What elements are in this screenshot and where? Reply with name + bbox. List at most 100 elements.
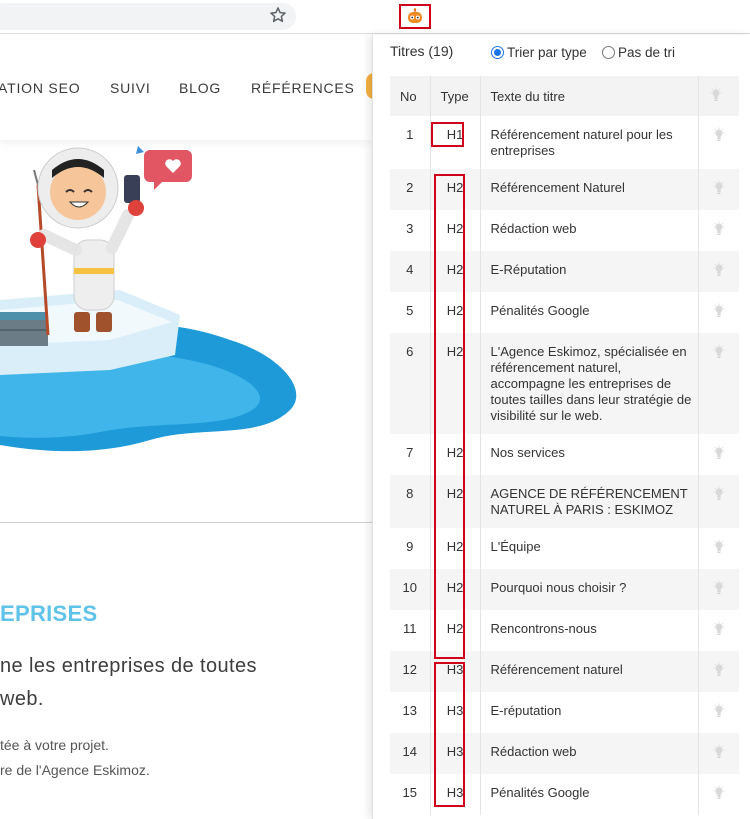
panel-title: Titres (19) xyxy=(390,43,454,59)
highlight-toggle[interactable] xyxy=(698,434,739,475)
lightbulb-icon[interactable] xyxy=(712,262,726,278)
row-number: 4 xyxy=(390,251,431,292)
eskimo-illustration xyxy=(0,146,297,452)
column-header-highlight xyxy=(698,76,739,116)
table-row[interactable]: 15 H3 Pénalités Google xyxy=(390,774,739,815)
lightbulb-icon[interactable] xyxy=(712,180,726,196)
table-row[interactable]: 14 H3 Rédaction web xyxy=(390,733,739,774)
section-divider xyxy=(0,522,372,523)
row-number: 2 xyxy=(390,169,431,210)
radio-unchecked-icon[interactable] xyxy=(602,46,615,59)
row-number: 7 xyxy=(390,434,431,475)
sort-by-type-option[interactable]: Trier par type xyxy=(491,45,587,60)
heading-text: E-réputation xyxy=(480,692,699,733)
heading-type: H3 xyxy=(430,733,481,774)
heading-text: E-Réputation xyxy=(480,251,699,292)
table-row[interactable]: 4 H2 E-Réputation xyxy=(390,251,739,292)
table-row[interactable]: 6 H2 L'Agence Eskimoz, spécialisée en réfé… xyxy=(390,333,739,434)
nav-link-suivi[interactable]: SUIVI xyxy=(110,80,151,96)
lead-text-line-2: web. xyxy=(0,688,44,710)
heading-type: H2 xyxy=(430,528,481,569)
highlight-toggle[interactable] xyxy=(698,528,739,569)
column-header-text[interactable]: Texte du titre xyxy=(480,76,699,116)
column-header-type[interactable]: Type xyxy=(430,76,481,116)
lightbulb-icon[interactable] xyxy=(712,703,726,719)
lightbulb-icon[interactable] xyxy=(712,785,726,801)
heading-type: H3 xyxy=(430,651,481,692)
bookmark-star-icon[interactable] xyxy=(268,5,288,25)
table-row[interactable]: 7 H2 Nos services xyxy=(390,434,739,475)
heading-text: Référencement Naturel xyxy=(480,169,699,210)
table-row[interactable]: 1 H1 Référencement naturel pour les entrep… xyxy=(390,116,739,169)
nav-link-blog[interactable]: BLOG xyxy=(179,80,221,96)
lightbulb-icon[interactable] xyxy=(712,580,726,596)
lightbulb-icon[interactable] xyxy=(712,486,726,502)
lightbulb-icon[interactable] xyxy=(712,344,726,360)
robot-icon xyxy=(408,7,422,23)
heading-type: H3 xyxy=(430,692,481,733)
highlight-toggle[interactable] xyxy=(698,774,739,815)
lightbulb-icon[interactable] xyxy=(712,127,726,143)
lightbulb-icon[interactable] xyxy=(712,539,726,555)
table-row[interactable]: 9 H2 L'Équipe xyxy=(390,528,739,569)
lightbulb-icon[interactable] xyxy=(712,621,726,637)
table-row[interactable]: 8 H2 AGENCE DE RÉFÉRENCEMENT NATUREL À PAR… xyxy=(390,475,739,528)
seo-extension-button[interactable] xyxy=(399,4,431,29)
heading-type: H3 xyxy=(430,774,481,815)
highlight-toggle[interactable] xyxy=(698,651,739,692)
lightbulb-icon[interactable] xyxy=(712,445,726,461)
table-row[interactable]: 3 H2 Rédaction web xyxy=(390,210,739,251)
highlight-toggle[interactable] xyxy=(698,116,739,169)
highlight-toggle[interactable] xyxy=(698,475,739,528)
no-sort-option[interactable]: Pas de tri xyxy=(602,45,675,60)
heading-type: H2 xyxy=(430,210,481,251)
row-number: 9 xyxy=(390,528,431,569)
heading-text: Pénalités Google xyxy=(480,774,699,815)
heading-type: H2 xyxy=(430,251,481,292)
lightbulb-icon[interactable] xyxy=(712,303,726,319)
highlight-toggle[interactable] xyxy=(698,692,739,733)
highlight-toggle[interactable] xyxy=(698,610,739,651)
table-row[interactable]: 10 H2 Pourquoi nous choisir ? xyxy=(390,569,739,610)
highlight-toggle[interactable] xyxy=(698,569,739,610)
heading-type: H2 xyxy=(430,333,481,434)
table-row[interactable]: 5 H2 Pénalités Google xyxy=(390,292,739,333)
heading-type: H2 xyxy=(430,475,481,528)
row-number: 15 xyxy=(390,774,431,815)
highlight-toggle[interactable] xyxy=(698,292,739,333)
lightbulb-icon[interactable] xyxy=(712,221,726,237)
highlight-toggle[interactable] xyxy=(698,733,739,774)
row-number: 1 xyxy=(390,116,431,169)
row-number: 3 xyxy=(390,210,431,251)
body-text-line-2: re de l'Agence Eskimoz. xyxy=(0,762,150,778)
heading-type: H2 xyxy=(430,610,481,651)
highlight-toggle[interactable] xyxy=(698,333,739,434)
nav-link-seo-formation[interactable]: ATION SEO xyxy=(0,80,80,96)
radio-checked-icon[interactable] xyxy=(491,46,504,59)
table-row[interactable]: 12 H3 Référencement naturel xyxy=(390,651,739,692)
lightbulb-icon[interactable] xyxy=(712,744,726,760)
row-number: 12 xyxy=(390,651,431,692)
headings-panel: Titres (19) Trier par type Pas de tri No… xyxy=(372,35,750,819)
nav-link-references[interactable]: RÉFÉRENCES xyxy=(251,80,355,96)
row-number: 8 xyxy=(390,475,431,528)
heading-text: Référencement naturel pour les entrepris… xyxy=(480,116,699,169)
titles-table: No Type Texte du titre 1 H1 Référencement … xyxy=(390,76,739,815)
browser-toolbar xyxy=(0,0,750,34)
address-bar[interactable] xyxy=(0,3,296,30)
highlight-toggle[interactable] xyxy=(698,169,739,210)
no-sort-label: Pas de tri xyxy=(618,45,676,60)
section-heading: EPRISES xyxy=(0,601,98,626)
highlight-toggle[interactable] xyxy=(698,251,739,292)
table-row[interactable]: 2 H2 Référencement Naturel xyxy=(390,169,739,210)
column-header-no[interactable]: No xyxy=(390,76,431,116)
table-row[interactable]: 13 H3 E-réputation xyxy=(390,692,739,733)
highlight-toggle[interactable] xyxy=(698,210,739,251)
heading-text: Référencement naturel xyxy=(480,651,699,692)
heading-type: H1 xyxy=(430,116,481,169)
heading-text: Rédaction web xyxy=(480,210,699,251)
lightbulb-icon[interactable] xyxy=(712,662,726,678)
heading-text: L'Agence Eskimoz, spécialisée en référen… xyxy=(480,333,699,434)
heading-text: Rédaction web xyxy=(480,733,699,774)
table-row[interactable]: 11 H2 Rencontrons-nous xyxy=(390,610,739,651)
